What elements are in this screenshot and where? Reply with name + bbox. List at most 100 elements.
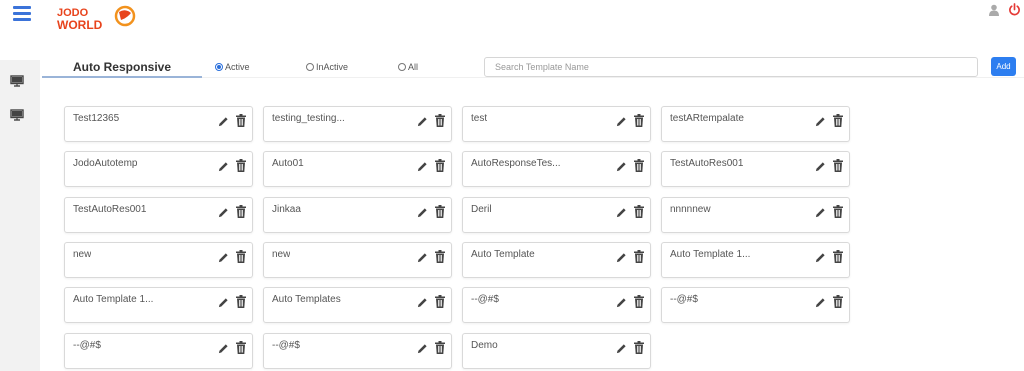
pencil-icon[interactable] (218, 116, 229, 127)
template-card[interactable]: testARtempalate (661, 106, 850, 142)
trash-icon[interactable] (634, 341, 644, 354)
trash-icon[interactable] (833, 114, 843, 127)
template-name: Deril (471, 204, 492, 215)
template-name: Auto Template (471, 249, 535, 260)
hamburger-icon[interactable] (13, 6, 31, 22)
trash-icon[interactable] (435, 205, 445, 218)
template-card[interactable]: Auto01 (263, 151, 452, 187)
filter-radio-inactive[interactable]: InActive (306, 62, 348, 72)
pencil-icon[interactable] (616, 252, 627, 263)
filter-radio-active[interactable]: Active (215, 62, 250, 72)
template-card[interactable]: new (64, 242, 253, 278)
jodo-world-logo: JODO WORLD (57, 5, 136, 32)
trash-icon[interactable] (833, 205, 843, 218)
template-card[interactable]: --@#$ (263, 333, 452, 369)
trash-icon[interactable] (833, 250, 843, 263)
filter-radio-all[interactable]: All (398, 62, 418, 72)
trash-icon[interactable] (634, 159, 644, 172)
template-name: Jinkaa (272, 204, 301, 215)
radio-selected-icon (215, 63, 223, 71)
pencil-icon[interactable] (815, 207, 826, 218)
power-icon[interactable] (1008, 3, 1021, 16)
template-card[interactable]: test (462, 106, 651, 142)
pencil-icon[interactable] (218, 252, 229, 263)
template-card[interactable]: Deril (462, 197, 651, 233)
pencil-icon[interactable] (218, 207, 229, 218)
template-name: testing_testing... (272, 113, 345, 124)
template-card[interactable]: Auto Template 1... (661, 242, 850, 278)
pencil-icon[interactable] (616, 343, 627, 354)
pencil-icon[interactable] (815, 116, 826, 127)
template-name: Auto Templates (272, 294, 341, 305)
filter-label: Active (225, 62, 250, 72)
template-card[interactable]: Demo (462, 333, 651, 369)
template-name: JodoAutotemp (73, 158, 138, 169)
pencil-icon[interactable] (218, 343, 229, 354)
sidebar (0, 60, 40, 371)
trash-icon[interactable] (435, 250, 445, 263)
pencil-icon[interactable] (218, 161, 229, 172)
trash-icon[interactable] (236, 250, 246, 263)
template-card[interactable]: Jinkaa (263, 197, 452, 233)
template-card[interactable]: Auto Template (462, 242, 651, 278)
trash-icon[interactable] (634, 205, 644, 218)
trash-icon[interactable] (435, 159, 445, 172)
pencil-icon[interactable] (616, 207, 627, 218)
trash-icon[interactable] (435, 341, 445, 354)
user-icon[interactable] (988, 4, 1000, 16)
trash-icon[interactable] (435, 114, 445, 127)
template-card[interactable]: TestAutoRes001 (64, 197, 253, 233)
template-card[interactable]: Test12365 (64, 106, 253, 142)
monitor-icon[interactable] (10, 109, 24, 121)
tab-divider (202, 77, 1024, 78)
template-card[interactable]: testing_testing... (263, 106, 452, 142)
pencil-icon[interactable] (815, 252, 826, 263)
template-card[interactable]: Auto Templates (263, 287, 452, 323)
pencil-icon[interactable] (616, 116, 627, 127)
pencil-icon[interactable] (417, 207, 428, 218)
template-name: test (471, 113, 488, 124)
trash-icon[interactable] (236, 295, 246, 308)
pencil-icon[interactable] (417, 161, 428, 172)
trash-icon[interactable] (833, 159, 843, 172)
pencil-icon[interactable] (417, 297, 428, 308)
template-name: TestAutoRes001 (73, 204, 147, 215)
template-name: Auto Template 1... (73, 294, 154, 305)
template-name: Test12365 (73, 113, 120, 124)
pencil-icon[interactable] (417, 343, 428, 354)
template-card[interactable]: --@#$ (462, 287, 651, 323)
add-button[interactable]: Add (991, 57, 1016, 76)
monitor-icon[interactable] (10, 75, 24, 87)
template-name: nnnnnew (670, 204, 711, 215)
template-card[interactable]: nnnnnew (661, 197, 850, 233)
trash-icon[interactable] (634, 250, 644, 263)
tab-auto-responsive[interactable]: Auto Responsive (42, 56, 202, 78)
template-name: new (73, 249, 92, 260)
trash-icon[interactable] (634, 295, 644, 308)
trash-icon[interactable] (236, 159, 246, 172)
trash-icon[interactable] (236, 205, 246, 218)
template-card[interactable]: AutoResponseTes... (462, 151, 651, 187)
pencil-icon[interactable] (815, 161, 826, 172)
pencil-icon[interactable] (417, 252, 428, 263)
template-card[interactable]: TestAutoRes001 (661, 151, 850, 187)
template-card[interactable]: Auto Template 1... (64, 287, 253, 323)
trash-icon[interactable] (833, 295, 843, 308)
trash-icon[interactable] (435, 295, 445, 308)
pencil-icon[interactable] (616, 161, 627, 172)
template-card[interactable]: --@#$ (64, 333, 253, 369)
template-name: --@#$ (471, 294, 499, 305)
search-input[interactable] (484, 57, 978, 77)
trash-icon[interactable] (634, 114, 644, 127)
template-card[interactable]: new (263, 242, 452, 278)
template-name: --@#$ (670, 294, 698, 305)
template-card[interactable]: JodoAutotemp (64, 151, 253, 187)
pencil-icon[interactable] (616, 297, 627, 308)
template-card[interactable]: --@#$ (661, 287, 850, 323)
pencil-icon[interactable] (815, 297, 826, 308)
trash-icon[interactable] (236, 341, 246, 354)
pencil-icon[interactable] (218, 297, 229, 308)
trash-icon[interactable] (236, 114, 246, 127)
pencil-icon[interactable] (417, 116, 428, 127)
template-name: --@#$ (73, 340, 101, 351)
